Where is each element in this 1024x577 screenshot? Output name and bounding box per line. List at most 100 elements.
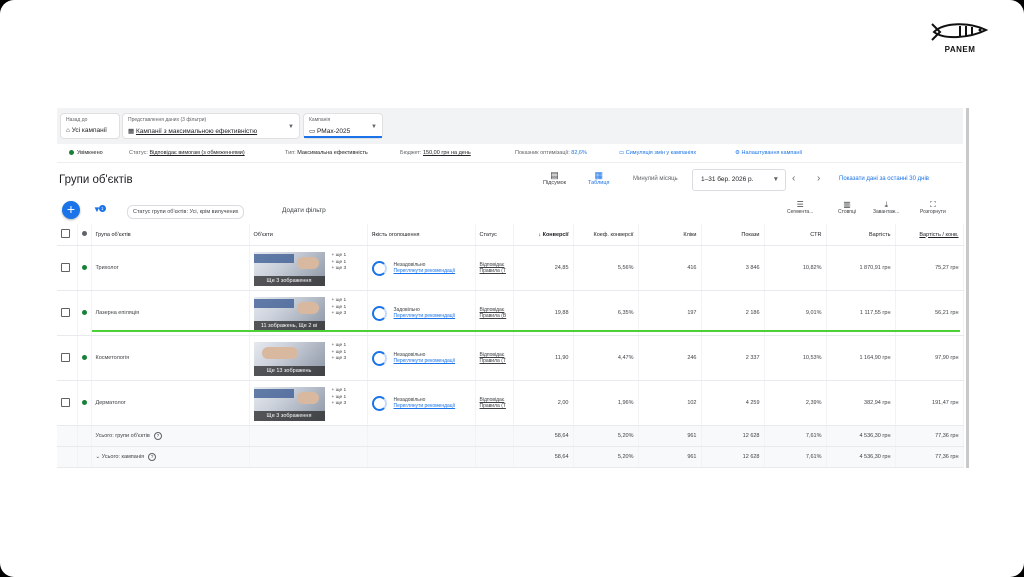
campaign-label: Кампанія (309, 117, 331, 123)
asset-group-link[interactable]: Косметологія (91, 335, 250, 381)
chevron-down-icon: ▼ (772, 176, 779, 183)
conversions-value: 2,00 (513, 380, 574, 426)
header-asset-group[interactable]: Група об'єктів (91, 224, 250, 246)
campaign-selector[interactable]: Кампанія ▭ PMax-2025 ▼ (304, 114, 382, 138)
view-recommendations-link[interactable]: Переглянути рекомендації (394, 313, 456, 319)
segment-icon: ☰ (796, 200, 804, 209)
ad-strength-cell: Незадовільно Переглянути рекомендації (367, 380, 476, 426)
total-clicks: 961 (638, 425, 702, 447)
asset-group-link[interactable]: Лазерна епіляція (91, 290, 250, 336)
asset-group-link[interactable]: Трихолог (91, 245, 250, 291)
help-icon[interactable]: ? (153, 432, 162, 440)
status-cell: Відповідає Правила (Т (475, 245, 514, 291)
header-assets[interactable]: Об'єкти (249, 224, 368, 246)
enabled-status: Увімкнено (69, 150, 103, 156)
ad-strength-cell: Незадовільно Переглянути рекомендації (367, 245, 476, 291)
columns-button[interactable]: ▥ Стовпці (838, 200, 856, 215)
campaign-status-bar: Увімкнено Статус: Відповідає вимогам (з … (57, 144, 963, 163)
row-checkbox[interactable] (57, 380, 78, 426)
show-last-30-days-link[interactable]: Показати дані за останні 30 днів (839, 176, 929, 182)
header-impressions[interactable]: Покази (701, 224, 765, 246)
logo-text: PANEM (944, 45, 976, 54)
header-status[interactable]: Статус (475, 224, 514, 246)
chevron-down-icon: ▼ (371, 124, 377, 130)
assets-cell[interactable]: Ще 13 зображень + ще 1 + ще 1 + ще 3 (249, 335, 368, 381)
top-filter-bar: Назад до ⌂ Усі кампанії Представлення да… (57, 108, 963, 144)
ctr-value: 10,53% (764, 335, 827, 381)
conversions-value: 11,90 (513, 335, 574, 381)
table-view-button[interactable]: ▦ Таблиця (588, 170, 609, 186)
assets-cell[interactable]: Ще 3 зображення + ще 1 + ще 1 + ще 3 (249, 380, 368, 426)
table-row: Косметологія Ще 13 зображень + ще 1 + ще … (57, 335, 964, 381)
header-ad-strength[interactable]: Якість оголошення (367, 224, 476, 246)
fish-logo-icon (931, 23, 989, 41)
header-ctr[interactable]: CTR (764, 224, 827, 246)
row-status-dot (77, 290, 92, 336)
asset-thumbnail: 11 зображень, Ще 2 ві (253, 297, 325, 331)
date-range-picker[interactable]: 1–31 бер. 2026 р. ▼ (692, 169, 786, 191)
back-value: Усі кампанії (71, 127, 107, 134)
view-recommendations-link[interactable]: Переглянути рекомендації (394, 268, 456, 274)
header-conversions[interactable]: ↓ Конверсії (513, 224, 574, 246)
next-period-button[interactable]: › (817, 173, 820, 184)
segment-button[interactable]: ☰ Сегмента... (787, 200, 813, 215)
row-status-dot (77, 335, 92, 381)
view-recommendations-link[interactable]: Переглянути рекомендації (394, 403, 456, 409)
row-checkbox[interactable] (57, 245, 78, 291)
table-row: Трихолог Ще 3 зображення + ще 1 + ще 1 + щ… (57, 245, 964, 291)
assets-cell[interactable]: 11 зображень, Ще 2 ві + ще 1 + ще 1 + ще 3 (249, 290, 368, 336)
thumbnail-caption: Ще 13 зображень (253, 366, 325, 376)
campaign-type: Тип: Максимальна ефективність (285, 150, 368, 156)
add-filter-button[interactable]: Додати фільтр (282, 207, 326, 214)
download-button[interactable]: ⤓ Завантаж... (873, 200, 899, 215)
select-all-checkbox[interactable] (57, 224, 78, 246)
conversion-rate-value: 5,56% (573, 245, 639, 291)
presentation-slide: PANEM Назад до ⌂ Усі кампанії Представле… (0, 0, 1024, 577)
add-button[interactable]: + (62, 201, 80, 219)
ad-strength-ring-icon (371, 395, 387, 411)
conversion-rate-value: 1,96% (573, 380, 639, 426)
back-to-selector[interactable]: Назад до ⌂ Усі кампанії (61, 114, 119, 138)
expand-button[interactable]: ⛶ Розгорнути (920, 200, 946, 215)
total-cost: 4 536,30 грн (826, 446, 896, 468)
campaign-settings-link[interactable]: ⚙ Налаштування кампанії (735, 150, 802, 156)
chevron-down-icon: ▼ (288, 124, 294, 130)
summary-view-button[interactable]: ▤ Підсумок (543, 170, 566, 186)
header-conversion-rate[interactable]: Коеф. конверсії (573, 224, 639, 246)
status-filter-chip[interactable]: Статус групи об'єктів: Усі, крім вилучен… (127, 205, 245, 219)
ad-strength-ring-icon (371, 350, 387, 366)
cost-value: 382,94 грн (826, 380, 896, 426)
total-conversions: 58,64 (513, 446, 574, 468)
view-recommendations-link[interactable]: Переглянути рекомендації (394, 358, 456, 364)
campaign-icon: ▭ (309, 128, 317, 135)
asset-group-link[interactable]: Дерматолог (91, 380, 250, 426)
previous-period-button[interactable]: ‹ (792, 173, 795, 184)
campaign-budget: Бюджет: 150,00 грн на день (400, 150, 471, 156)
cost-value: 1 117,55 грн (826, 290, 896, 336)
summary-icon: ▤ (550, 170, 559, 180)
total-cost-per-conversion: 77,36 грн (895, 425, 964, 447)
row-checkbox[interactable] (57, 335, 78, 381)
simulation-link[interactable]: ▭ Симуляція змін у кампаніях (619, 150, 696, 156)
help-icon[interactable]: ? (148, 453, 157, 461)
row-checkbox[interactable] (57, 290, 78, 336)
assets-cell[interactable]: Ще 3 зображення + ще 1 + ще 1 + ще 3 (249, 245, 368, 291)
more-assets-list: + ще 1 + ще 1 + ще 3 (331, 388, 347, 406)
conversion-rate-value: 6,35% (573, 290, 639, 336)
total-ctr: 7,61% (764, 425, 827, 447)
selected-underline (304, 136, 382, 138)
clicks-value: 416 (638, 245, 702, 291)
filter-icon[interactable]: ▼1 (93, 205, 106, 214)
view-selector[interactable]: Представлення даних (3 фільтри) ▦ Кампан… (123, 114, 299, 138)
ad-strength-cell: Незадовільно Переглянути рекомендації (367, 335, 476, 381)
table-icon: ▦ (594, 170, 603, 180)
header-cost[interactable]: Вартість (826, 224, 896, 246)
header-clicks[interactable]: Кліки (638, 224, 702, 246)
total-campaign-row: ⌄ Усього: кампанія? 58,64 5,20% 961 12 6… (57, 446, 964, 468)
page-header: Групи об'єктів ▤ Підсумок ▦ Таблиця (57, 162, 963, 196)
total-asset-groups-row: Усього: групи об'єктів? 58,64 5,20% 961 … (57, 425, 964, 447)
header-cost-per-conversion[interactable]: Вартість / конв. (895, 224, 964, 246)
cost-per-conversion-value: 75,27 грн (895, 245, 964, 291)
total-conversions: 58,64 (513, 425, 574, 447)
total-impressions: 12 628 (701, 425, 765, 447)
